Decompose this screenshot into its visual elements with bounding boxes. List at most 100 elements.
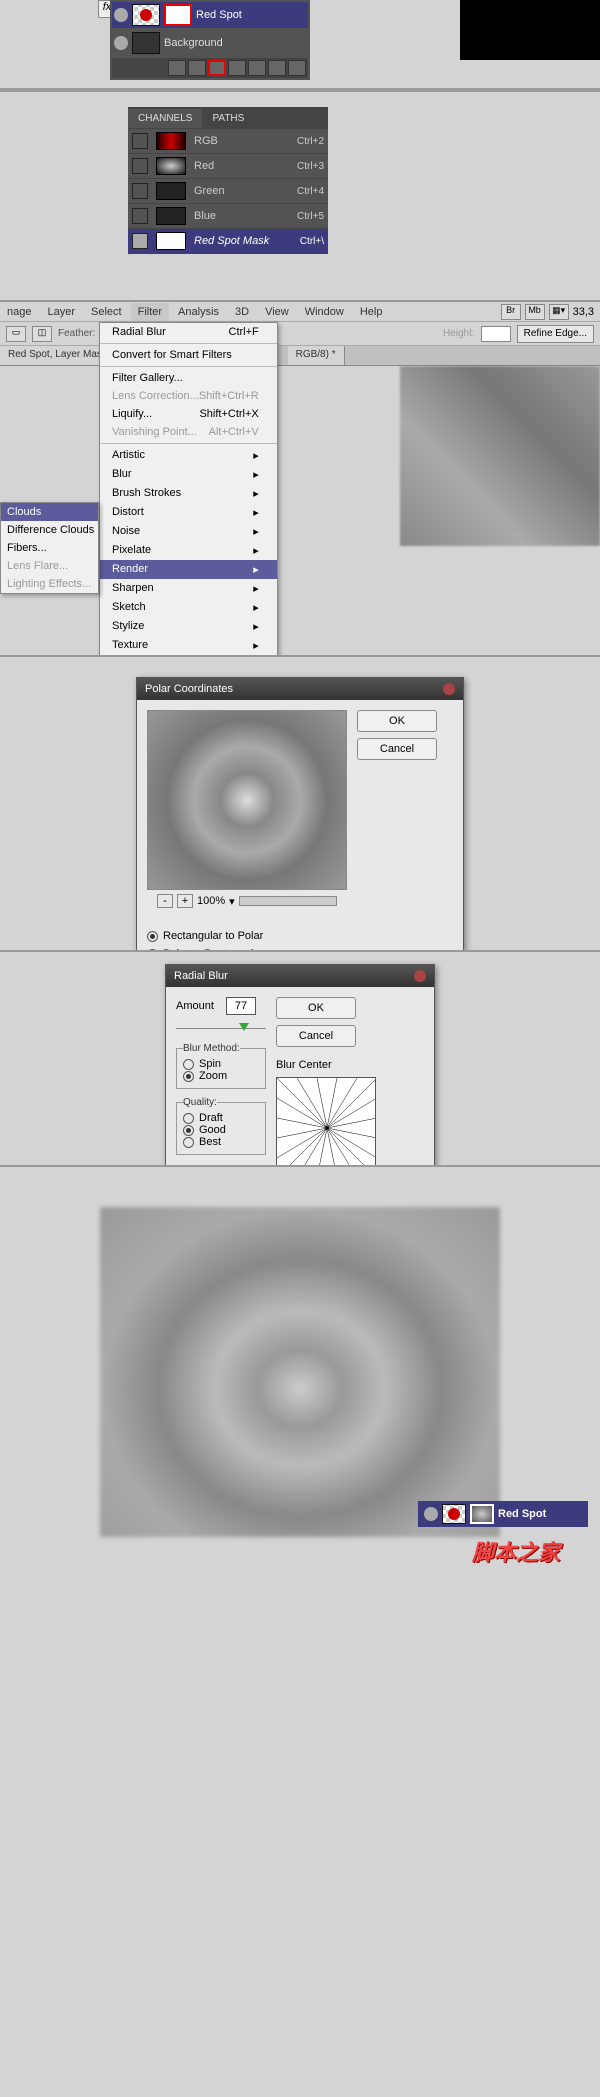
cancel-button[interactable]: Cancel xyxy=(276,1025,356,1047)
option-zoom[interactable]: Zoom xyxy=(183,1070,259,1082)
trash-icon[interactable] xyxy=(288,60,306,76)
channel-mask[interactable]: Red Spot Mask Ctrl+\ xyxy=(128,229,328,254)
menu-item[interactable]: Blur xyxy=(100,465,277,484)
radio-icon[interactable] xyxy=(183,1071,194,1082)
radio-icon[interactable] xyxy=(147,931,158,942)
view-extras-icon[interactable]: ▦▾ xyxy=(549,304,569,320)
menu-item[interactable]: Noise xyxy=(100,522,277,541)
option-label: Zoom xyxy=(199,1070,227,1082)
option-best[interactable]: Best xyxy=(183,1136,259,1148)
group-icon[interactable] xyxy=(248,60,266,76)
channel-red[interactable]: Red Ctrl+3 xyxy=(128,154,328,179)
layer-thumb[interactable] xyxy=(132,32,160,54)
adjustment-icon[interactable] xyxy=(228,60,246,76)
visibility-box[interactable] xyxy=(132,208,148,224)
option-label: Best xyxy=(199,1136,221,1148)
selection-icon[interactable]: ▭ xyxy=(6,326,26,342)
tab-paths[interactable]: PATHS xyxy=(202,109,254,128)
minibridge-icon[interactable]: Mb xyxy=(525,304,545,320)
radio-icon[interactable] xyxy=(183,1113,194,1124)
quality-label: Quality: xyxy=(183,1097,217,1108)
result-layer-strip[interactable]: Red Spot xyxy=(418,1501,588,1527)
menu-analysis[interactable]: Analysis xyxy=(171,303,226,321)
menu-filter[interactable]: Filter xyxy=(131,303,169,321)
option-draft[interactable]: Draft xyxy=(183,1112,259,1124)
menu-item[interactable]: Pixelate xyxy=(100,541,277,560)
menu-item[interactable]: Radial BlurCtrl+F xyxy=(100,323,277,341)
menu-item[interactable]: Distort xyxy=(100,503,277,522)
submenu-item[interactable]: Fibers... xyxy=(1,539,98,557)
visibility-icon[interactable] xyxy=(114,36,128,50)
fx-icon[interactable] xyxy=(188,60,206,76)
menu-item[interactable]: Artistic xyxy=(100,446,277,465)
amount-slider[interactable] xyxy=(176,1023,266,1035)
channels-panel: CHANNELS PATHS RGB Ctrl+2 Red Ctrl+3 Gre… xyxy=(128,107,328,254)
polar-section: Polar Coordinates - + 100% ▾ OK Cancel xyxy=(0,655,600,950)
channel-rgb[interactable]: RGB Ctrl+2 xyxy=(128,129,328,154)
height-input[interactable] xyxy=(481,326,511,342)
new-layer-icon[interactable] xyxy=(268,60,286,76)
menu-item[interactable]: Render xyxy=(100,560,277,579)
zoom-out-button[interactable]: - xyxy=(157,894,173,908)
submenu-item[interactable]: Clouds xyxy=(1,503,98,521)
feather-label: Feather: xyxy=(58,328,95,339)
layer-thumb[interactable] xyxy=(132,4,160,26)
link-icon[interactable] xyxy=(168,60,186,76)
refine-edge-button[interactable]: Refine Edge... xyxy=(517,325,594,343)
mask-icon[interactable] xyxy=(208,60,226,76)
menu-item[interactable]: Liquify...Shift+Ctrl+X xyxy=(100,405,277,423)
option-spin[interactable]: Spin xyxy=(183,1058,259,1070)
visibility-box[interactable] xyxy=(132,133,148,149)
close-icon[interactable] xyxy=(414,970,426,982)
menu-layer[interactable]: Layer xyxy=(40,303,82,321)
menu-view[interactable]: View xyxy=(258,303,296,321)
option-rect-to-polar[interactable]: Rectangular to Polar xyxy=(147,930,453,942)
menu-3d[interactable]: 3D xyxy=(228,303,256,321)
cancel-button[interactable]: Cancel xyxy=(357,738,437,760)
menu-select[interactable]: Select xyxy=(84,303,129,321)
visibility-icon[interactable] xyxy=(114,8,128,22)
menu-item[interactable]: Filter Gallery... xyxy=(100,369,277,387)
blur-center-widget[interactable] xyxy=(276,1077,376,1177)
result-canvas xyxy=(100,1207,500,1537)
doc-tab-2[interactable]: RGB/8) * xyxy=(288,346,345,365)
layer-thumb[interactable] xyxy=(442,1504,466,1524)
menu-item[interactable]: Stylize xyxy=(100,617,277,636)
option-label: Good xyxy=(199,1124,226,1136)
close-icon[interactable] xyxy=(443,683,455,695)
scrollbar[interactable] xyxy=(239,896,337,906)
layers-panel: Red Spot Background xyxy=(110,0,310,80)
menu-item[interactable]: Brush Strokes xyxy=(100,484,277,503)
visibility-box[interactable] xyxy=(132,158,148,174)
dialog-titlebar[interactable]: Polar Coordinates xyxy=(137,678,463,700)
radio-icon[interactable] xyxy=(183,1125,194,1136)
zoom-in-button[interactable]: + xyxy=(177,894,193,908)
layer-red-spot[interactable]: Red Spot xyxy=(112,2,308,28)
ok-button[interactable]: OK xyxy=(357,710,437,732)
layer-mask-thumb[interactable] xyxy=(164,4,192,26)
amount-input[interactable] xyxy=(226,997,256,1015)
layer-background[interactable]: Background xyxy=(112,30,308,56)
ok-button[interactable]: OK xyxy=(276,997,356,1019)
visibility-icon[interactable] xyxy=(424,1507,438,1521)
visibility-box[interactable] xyxy=(132,183,148,199)
dialog-titlebar[interactable]: Radial Blur xyxy=(166,965,434,987)
menu-item[interactable]: Sketch xyxy=(100,598,277,617)
submenu-item[interactable]: Difference Clouds xyxy=(1,521,98,539)
bridge-icon[interactable]: Br xyxy=(501,304,521,320)
channel-blue[interactable]: Blue Ctrl+5 xyxy=(128,204,328,229)
selection-mode-icon[interactable]: ◫ xyxy=(32,326,52,342)
menu-item[interactable]: Convert for Smart Filters xyxy=(100,346,277,364)
menu-image[interactable]: nage xyxy=(0,303,38,321)
menu-window[interactable]: Window xyxy=(298,303,351,321)
layer-mask-thumb[interactable] xyxy=(470,1504,494,1524)
menu-item[interactable]: Sharpen xyxy=(100,579,277,598)
radio-icon[interactable] xyxy=(183,1059,194,1070)
option-good[interactable]: Good xyxy=(183,1124,259,1136)
menu-item[interactable]: Texture xyxy=(100,636,277,655)
visibility-box[interactable] xyxy=(132,233,148,249)
menu-help[interactable]: Help xyxy=(353,303,390,321)
channel-green[interactable]: Green Ctrl+4 xyxy=(128,179,328,204)
tab-channels[interactable]: CHANNELS xyxy=(128,109,202,128)
radio-icon[interactable] xyxy=(183,1137,194,1148)
